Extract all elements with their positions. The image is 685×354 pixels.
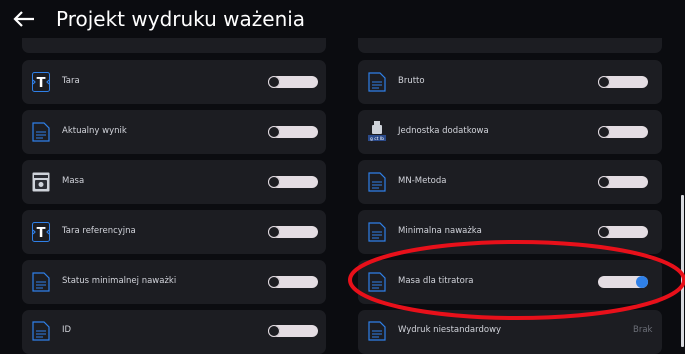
tare-icon: T bbox=[32, 72, 50, 92]
setting-row-brutto[interactable]: Brutto bbox=[358, 60, 662, 104]
svg-text:T: T bbox=[37, 226, 46, 241]
setting-label: Tara referencyjna bbox=[62, 226, 136, 236]
page-title: Projekt wydruku ważenia bbox=[56, 7, 306, 31]
list-item-partial bbox=[358, 38, 662, 53]
setting-label: Aktualny wynik bbox=[62, 126, 127, 136]
toggle-switch[interactable] bbox=[268, 325, 318, 337]
toggle-switch-on[interactable] bbox=[598, 276, 648, 288]
setting-row-minimalna-nawazka[interactable]: Minimalna naważka bbox=[358, 210, 662, 254]
setting-row-aktualny-wynik[interactable]: Aktualny wynik bbox=[22, 110, 326, 154]
list-item-partial bbox=[22, 38, 326, 53]
scale-icon bbox=[32, 172, 50, 192]
document-icon bbox=[368, 321, 386, 341]
setting-row-jednostka-dodatkowa[interactable]: g ct lb Jednostka dodatkowa bbox=[358, 110, 662, 154]
arrow-left-icon[interactable] bbox=[12, 8, 38, 30]
setting-label: Wydruk niestandardowy bbox=[398, 325, 502, 335]
document-icon bbox=[368, 172, 386, 192]
toggle-switch[interactable] bbox=[268, 276, 318, 288]
setting-row-mn-metoda[interactable]: MN-Metoda bbox=[358, 160, 662, 204]
setting-label: Tara bbox=[62, 76, 80, 86]
setting-label: Brutto bbox=[398, 76, 425, 86]
document-icon bbox=[32, 122, 50, 142]
toggle-switch[interactable] bbox=[268, 126, 318, 138]
setting-row-id[interactable]: ID bbox=[22, 310, 326, 354]
setting-row-masa[interactable]: Masa bbox=[22, 160, 326, 204]
setting-label: Jednostka dodatkowa bbox=[398, 126, 489, 136]
weight-unit-icon: g ct lb bbox=[368, 120, 386, 142]
setting-label: Masa bbox=[62, 176, 85, 186]
setting-label: Minimalna naważka bbox=[398, 226, 482, 236]
setting-label: Masa dla titratora bbox=[398, 276, 474, 286]
toggle-switch[interactable] bbox=[268, 176, 318, 188]
setting-row-status-minimalnej-nawazki[interactable]: Status minimalnej naważki bbox=[22, 260, 326, 304]
header-bar: Projekt wydruku ważenia bbox=[0, 0, 685, 38]
toggle-switch[interactable] bbox=[268, 226, 318, 238]
setting-label: MN-Metoda bbox=[398, 176, 447, 186]
document-icon bbox=[368, 272, 386, 292]
document-icon bbox=[32, 272, 50, 292]
scrollbar[interactable] bbox=[681, 195, 684, 347]
setting-row-masa-dla-titratora[interactable]: Masa dla titratora bbox=[358, 260, 662, 304]
setting-label: ID bbox=[62, 325, 72, 335]
toggle-switch[interactable] bbox=[598, 76, 648, 88]
setting-row-tara[interactable]: T Tara bbox=[22, 60, 326, 104]
tare-icon: T bbox=[32, 222, 50, 242]
toggle-switch[interactable] bbox=[268, 76, 318, 88]
document-icon bbox=[32, 321, 50, 341]
document-icon bbox=[368, 72, 386, 92]
setting-row-tara-referencyjna[interactable]: T Tara referencyjna bbox=[22, 210, 326, 254]
toggle-switch[interactable] bbox=[598, 176, 648, 188]
svg-text:g ct lb: g ct lb bbox=[370, 136, 384, 142]
setting-value: Brak bbox=[633, 325, 653, 335]
setting-label: Status minimalnej naważki bbox=[62, 276, 177, 286]
setting-row-wydruk-niestandardowy[interactable]: Wydruk niestandardowy Brak bbox=[358, 310, 662, 354]
toggle-switch[interactable] bbox=[598, 126, 648, 138]
document-icon bbox=[368, 222, 386, 242]
svg-text:T: T bbox=[37, 76, 46, 91]
toggle-switch[interactable] bbox=[598, 226, 648, 238]
